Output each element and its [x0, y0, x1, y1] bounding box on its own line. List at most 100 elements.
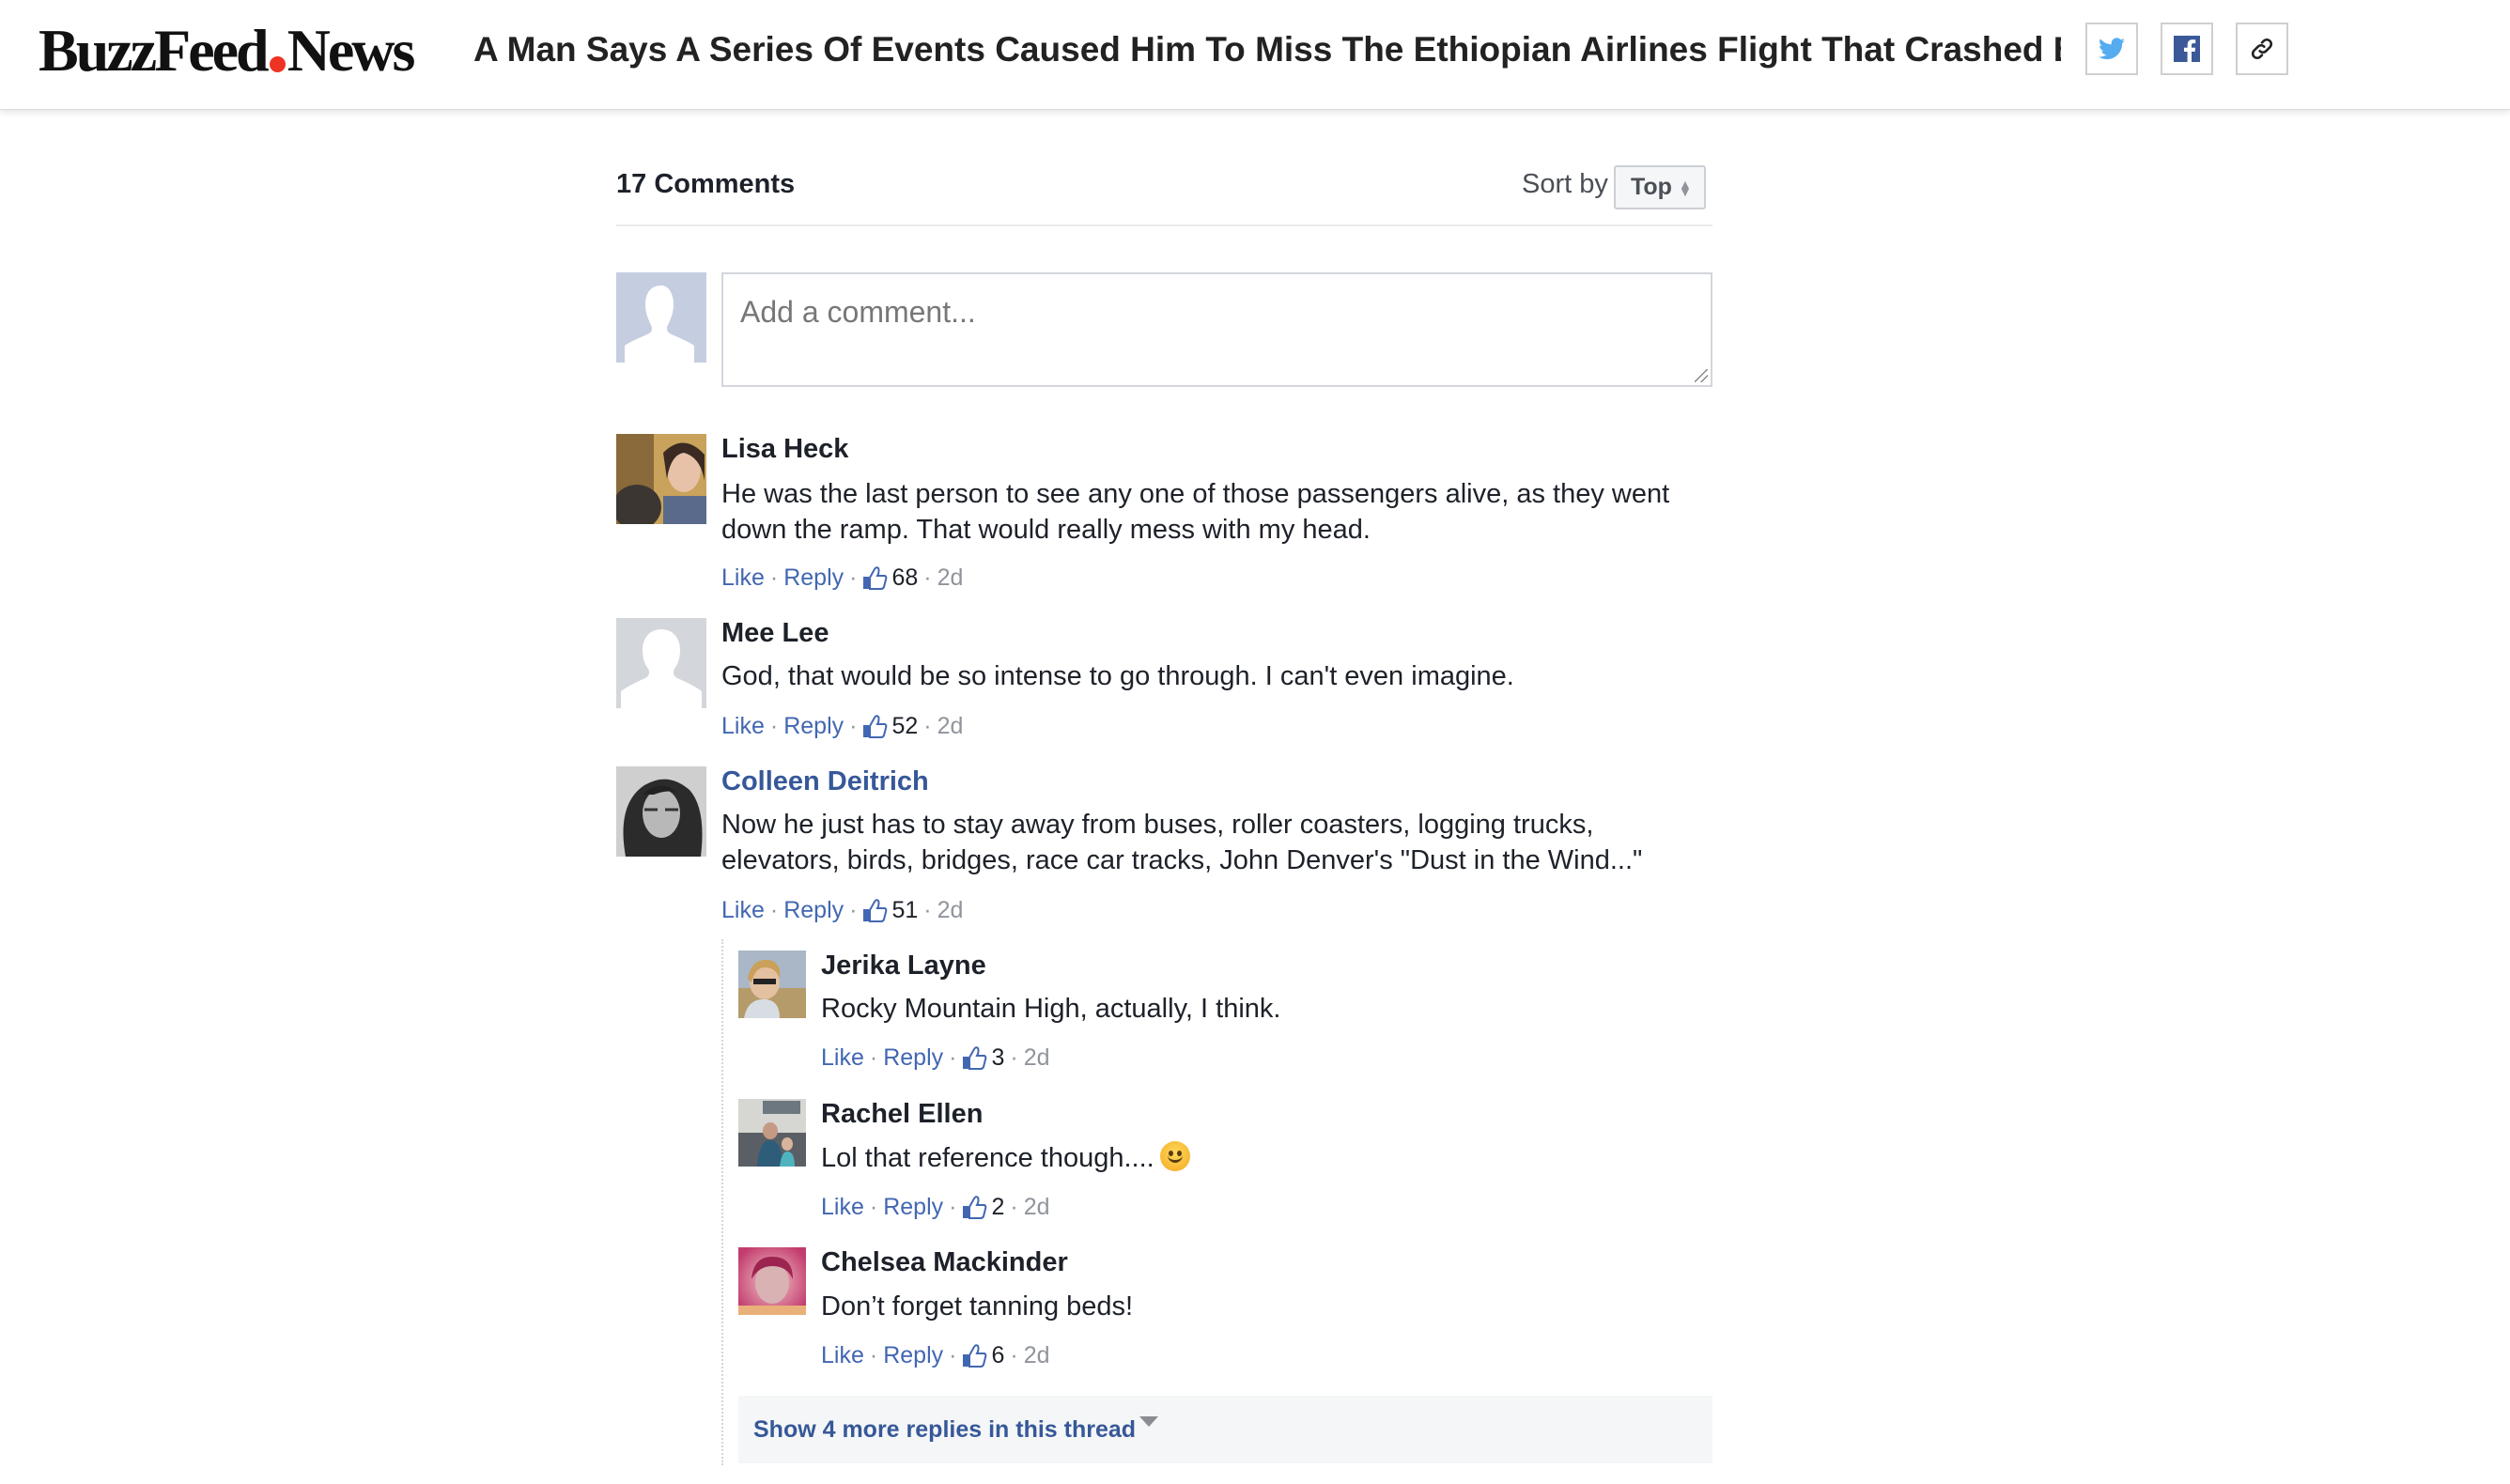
- like-count: 52: [891, 713, 919, 739]
- like-count: 68: [891, 564, 919, 591]
- thumbs-up-icon: [963, 1045, 987, 1070]
- logo-buzzfeed: BuzzFeed: [39, 17, 270, 84]
- reply-actions: Like · Reply · 6 · 2d: [821, 1342, 1050, 1369]
- share-facebook-button[interactable]: [2161, 23, 2213, 75]
- avatar[interactable]: [616, 618, 706, 708]
- logo-dot: [269, 55, 286, 72]
- select-arrows-icon: ▲ ▼: [1678, 176, 1692, 199]
- show-more-replies-button[interactable]: Show 4 more replies in this thread: [738, 1396, 1712, 1463]
- separator: ·: [769, 564, 779, 591]
- comment-author[interactable]: Lisa Heck: [721, 434, 848, 465]
- avatar[interactable]: [738, 951, 806, 1018]
- avatar[interactable]: [616, 434, 706, 524]
- like-link[interactable]: Like: [821, 1342, 864, 1369]
- timestamp[interactable]: 2d: [1024, 1044, 1050, 1072]
- comment-text: God, that would be so intense to go thro…: [721, 661, 1514, 691]
- link-icon: [2251, 38, 2273, 60]
- separator: ·: [949, 1194, 957, 1220]
- timestamp[interactable]: 2d: [1024, 1194, 1050, 1221]
- comment-text: Now he just has to stay away from buses,…: [721, 810, 1643, 875]
- share-twitter-button[interactable]: [2085, 23, 2138, 75]
- separator: ·: [1010, 1044, 1018, 1071]
- comment-input-placeholder: Add a comment...: [740, 295, 976, 329]
- thumbs-up-icon: [963, 1195, 987, 1219]
- separator: ·: [849, 713, 858, 739]
- copy-link-button[interactable]: [2236, 23, 2288, 75]
- reply-link[interactable]: Reply: [783, 713, 844, 740]
- timestamp[interactable]: 2d: [1024, 1342, 1050, 1369]
- separator: ·: [869, 1342, 878, 1368]
- separator: ·: [849, 564, 858, 591]
- resize-handle[interactable]: [1695, 369, 1708, 382]
- separator: ·: [949, 1044, 957, 1071]
- reply-text: Don’t forget tanning beds!: [821, 1291, 1134, 1322]
- reply-text: Lol that reference though....: [821, 1143, 1154, 1173]
- sort-select[interactable]: Top ▲ ▼: [1614, 165, 1706, 209]
- reply-link[interactable]: Reply: [783, 897, 844, 924]
- like-count: 6: [991, 1342, 1005, 1368]
- logo-news: News: [287, 17, 416, 84]
- reply-link[interactable]: Reply: [783, 564, 844, 592]
- reply-author[interactable]: Jerika Layne: [821, 951, 986, 982]
- separator: ·: [923, 897, 932, 923]
- comment-actions: Like · Reply · 52 · 2d: [721, 713, 963, 740]
- thumbs-up-icon: [863, 898, 888, 922]
- separator: ·: [1010, 1342, 1018, 1368]
- header-divider: [616, 224, 1712, 226]
- reply-text: Rocky Mountain High, actually, I think.: [821, 994, 1281, 1024]
- thumbs-up-icon: [863, 714, 888, 738]
- sort-by-label: Sort by: [1522, 169, 1608, 199]
- like-count: 2: [991, 1194, 1005, 1220]
- comment-author-link[interactable]: Colleen Deitrich: [721, 766, 929, 797]
- caret-down-icon: [1139, 1415, 1159, 1427]
- timestamp[interactable]: 2d: [937, 564, 964, 592]
- facebook-icon: [2174, 36, 2200, 62]
- smiley-emoji-icon: [1159, 1141, 1190, 1171]
- like-count: 51: [891, 897, 919, 923]
- like-link[interactable]: Like: [721, 897, 765, 924]
- sort-value: Top: [1631, 174, 1672, 200]
- separator: ·: [869, 1194, 878, 1220]
- reply-link[interactable]: Reply: [883, 1044, 943, 1072]
- comment-count: 17 Comments: [616, 169, 796, 199]
- timestamp[interactable]: 2d: [937, 897, 964, 924]
- reply-text-container: Lol that reference though....: [821, 1140, 1713, 1176]
- separator: ·: [849, 897, 858, 923]
- buzzfeed-news-logo[interactable]: BuzzFeed News: [39, 13, 416, 88]
- separator: ·: [949, 1342, 957, 1368]
- site-header: BuzzFeed News A Man Says A Series Of Even…: [0, 0, 2510, 110]
- separator: ·: [1010, 1194, 1018, 1220]
- reply-actions: Like · Reply · 3 · 2d: [821, 1044, 1050, 1072]
- like-link[interactable]: Like: [721, 564, 765, 592]
- thumbs-up-icon: [863, 565, 888, 590]
- thumbs-up-icon: [963, 1343, 987, 1368]
- current-user-avatar: [616, 272, 706, 363]
- article-title: A Man Says A Series Of Events Caused Him…: [473, 30, 2061, 69]
- avatar[interactable]: [616, 766, 706, 857]
- comment-input[interactable]: Add a comment...: [721, 272, 1712, 387]
- avatar[interactable]: [738, 1099, 806, 1167]
- avatar[interactable]: [738, 1247, 806, 1315]
- reply-author[interactable]: Rachel Ellen: [821, 1099, 983, 1130]
- timestamp[interactable]: 2d: [937, 713, 964, 740]
- reply-thread-line: [721, 939, 723, 1465]
- separator: ·: [923, 564, 932, 591]
- reply-link[interactable]: Reply: [883, 1342, 943, 1369]
- separator: ·: [923, 713, 932, 739]
- separator: ·: [869, 1044, 878, 1071]
- comment-actions: Like · Reply · 51 · 2d: [721, 897, 963, 924]
- comment-actions: Like · Reply · 68 · 2d: [721, 564, 963, 592]
- like-count: 3: [991, 1044, 1005, 1071]
- reply-author[interactable]: Chelsea Mackinder: [821, 1247, 1068, 1278]
- like-link[interactable]: Like: [721, 713, 765, 740]
- comment-author[interactable]: Mee Lee: [721, 618, 829, 649]
- comment-text: He was the last person to see any one of…: [721, 479, 1670, 545]
- separator: ·: [769, 713, 779, 739]
- like-link[interactable]: Like: [821, 1044, 864, 1072]
- like-link[interactable]: Like: [821, 1194, 864, 1221]
- twitter-icon: [2099, 38, 2125, 60]
- reply-link[interactable]: Reply: [883, 1194, 943, 1221]
- separator: ·: [769, 897, 779, 923]
- reply-actions: Like · Reply · 2 · 2d: [821, 1194, 1050, 1221]
- show-more-label: Show 4 more replies in this thread: [753, 1415, 1137, 1443]
